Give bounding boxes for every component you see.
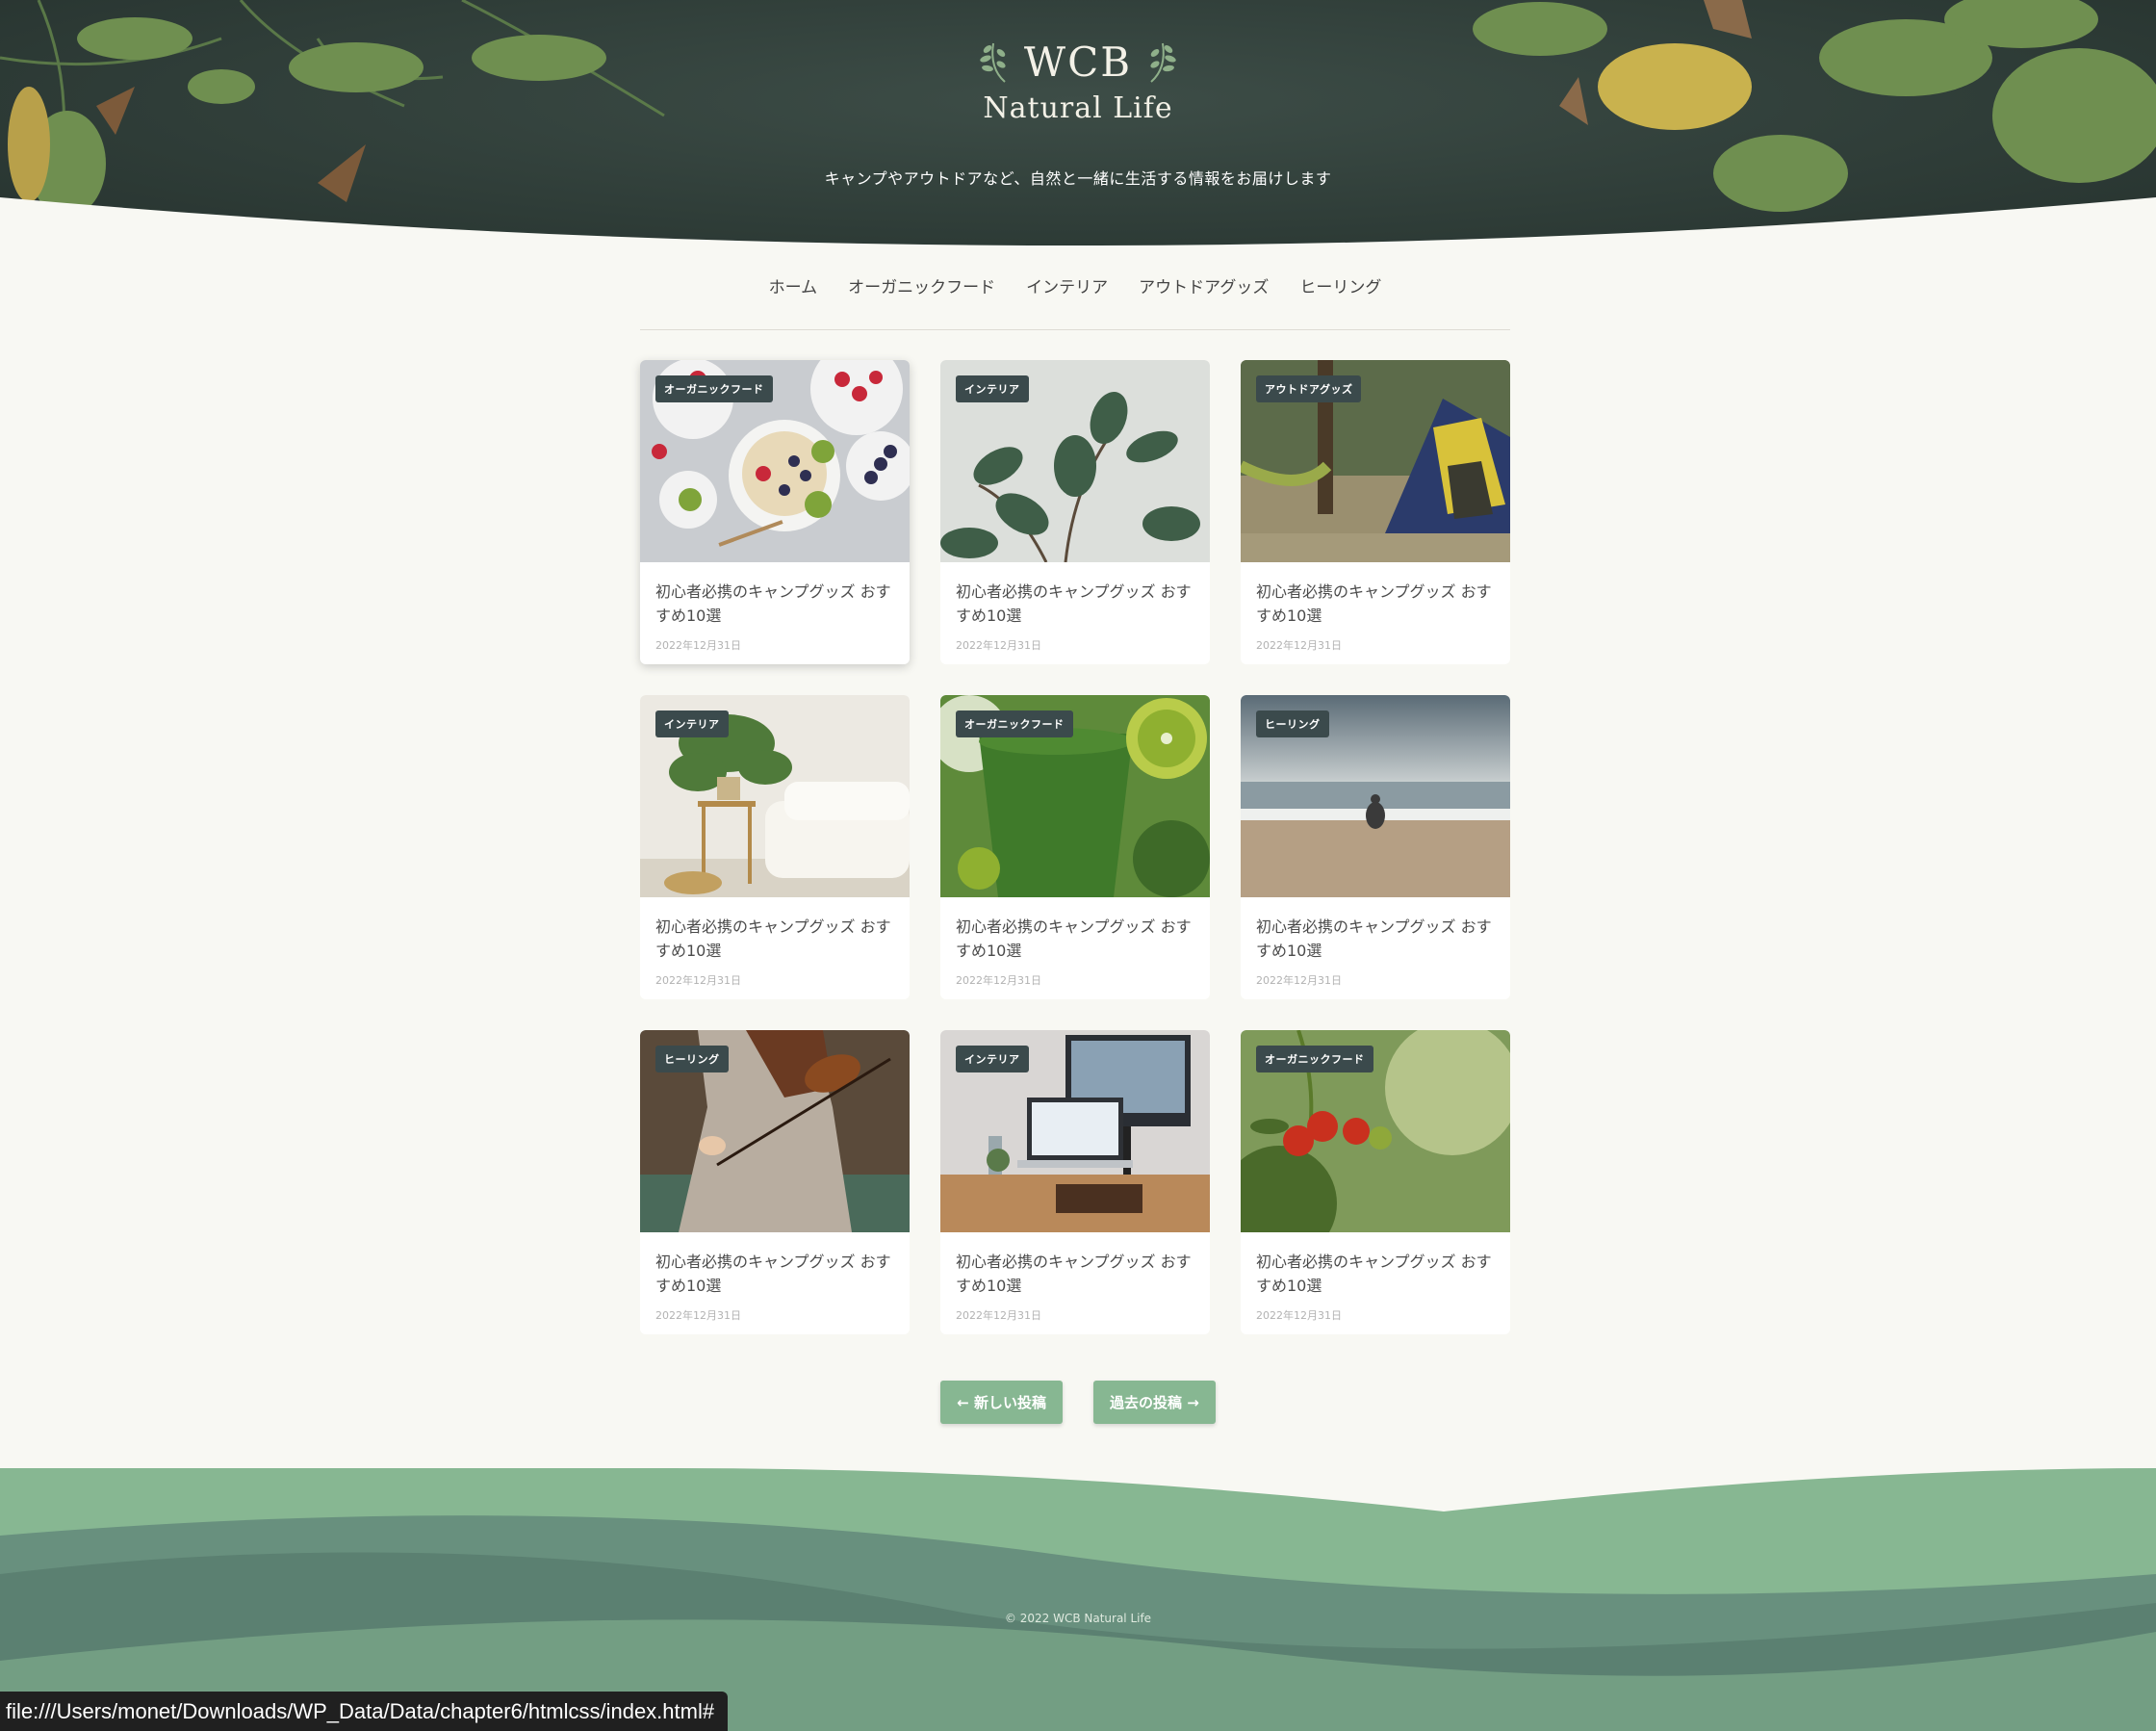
category-badge[interactable]: ヒーリング [1256,710,1329,737]
category-badge[interactable]: インテリア [956,1046,1029,1072]
logo-title: WCB [1023,39,1133,86]
post-title[interactable]: 初心者必携のキャンプグッズ おすすめ10選 [655,1250,894,1298]
post-card[interactable]: オーガニックフード 初心者必携のキャンプグッズ おすすめ10選 2022年12月… [640,360,910,664]
post-date: 2022年12月31日 [655,639,741,652]
post-date: 2022年12月31日 [655,1309,741,1322]
post-title[interactable]: 初心者必携のキャンプグッズ おすすめ10選 [655,915,894,963]
desk-computer-photo[interactable]: インテリア [940,1030,1210,1232]
post-card[interactable]: インテリア 初心者必携のキャンプグッズ おすすめ10選 2022年12月31日 [640,695,910,999]
living-room-photo[interactable]: インテリア [640,695,910,897]
tent-hammock-photo[interactable]: アウトドアグッズ [1241,360,1510,562]
post-title[interactable]: 初心者必携のキャンプグッズ おすすめ10選 [1256,580,1495,628]
post-title[interactable]: 初心者必携のキャンプグッズ おすすめ10選 [655,580,894,628]
houseplant-photo[interactable]: インテリア [940,360,1210,562]
post-card[interactable]: インテリア 初心者必携のキャンプグッズ おすすめ10選 2022年12月31日 [940,1030,1210,1334]
category-badge[interactable]: オーガニックフード [1256,1046,1373,1072]
category-badge[interactable]: オーガニックフード [956,710,1073,737]
newer-posts-button[interactable]: ← 新しい投稿 [940,1381,1063,1424]
post-date: 2022年12月31日 [1256,639,1342,652]
nav-item-home[interactable]: ホーム [769,273,818,329]
site-tagline: キャンプやアウトドアなど、自然と一緒に生活する情報をお届けします [824,169,1332,188]
header-wave-divider [0,197,2156,250]
category-badge[interactable]: アウトドアグッズ [1256,375,1362,402]
nav-item-organic-food[interactable]: オーガニックフード [848,273,995,329]
fruit-bowls-photo[interactable]: オーガニックフード [640,360,910,562]
nav-item-outdoor-goods[interactable]: アウトドアグッズ [1139,273,1269,329]
browser-status-url: file:///Users/monet/Downloads/WP_Data/Da… [0,1692,729,1731]
post-title[interactable]: 初心者必携のキャンプグッズ おすすめ10選 [1256,1250,1495,1298]
category-badge[interactable]: ヒーリング [655,1046,729,1072]
beach-meditation-photo[interactable]: ヒーリング [1241,695,1510,897]
post-date: 2022年12月31日 [956,974,1041,987]
post-title[interactable]: 初心者必携のキャンプグッズ おすすめ10選 [1256,915,1495,963]
post-date: 2022年12月31日 [956,639,1041,652]
site-header: WCB Natural Life キャンプやアウトドアなど、自然と一緒に生活する… [0,0,2156,250]
laurel-right-icon [1150,42,1176,83]
post-title[interactable]: 初心者必携のキャンプグッズ おすすめ10選 [956,915,1194,963]
post-card[interactable]: アウトドアグッズ 初心者必携のキャンプグッズ おすすめ10選 2022年12月3… [1241,360,1510,664]
violin-player-photo[interactable]: ヒーリング [640,1030,910,1232]
tomato-plant-photo[interactable]: オーガニックフード [1241,1030,1510,1232]
category-badge[interactable]: インテリア [655,710,729,737]
post-card[interactable]: ヒーリング 初心者必携のキャンプグッズ おすすめ10選 2022年12月31日 [1241,695,1510,999]
category-badge[interactable]: インテリア [956,375,1029,402]
post-date: 2022年12月31日 [1256,1309,1342,1322]
post-grid: オーガニックフード 初心者必携のキャンプグッズ おすすめ10選 2022年12月… [640,360,1510,1334]
post-title[interactable]: 初心者必携のキャンプグッズ おすすめ10選 [956,580,1194,628]
site-logo[interactable]: WCB Natural Life [0,39,2156,125]
older-posts-button[interactable]: 過去の投稿 → [1093,1381,1216,1424]
green-smoothie-photo[interactable]: オーガニックフード [940,695,1210,897]
category-badge[interactable]: オーガニックフード [655,375,773,402]
post-card[interactable]: オーガニックフード 初心者必携のキャンプグッズ おすすめ10選 2022年12月… [940,695,1210,999]
main-nav: ホーム オーガニックフード インテリア アウトドアグッズ ヒーリング [640,273,1510,330]
copyright-text: © 2022 WCB Natural Life [1004,1612,1152,1625]
nav-item-healing[interactable]: ヒーリング [1299,273,1381,329]
post-card[interactable]: ヒーリング 初心者必携のキャンプグッズ おすすめ10選 2022年12月31日 [640,1030,910,1334]
post-date: 2022年12月31日 [1256,974,1342,987]
laurel-left-icon [980,42,1006,83]
post-title[interactable]: 初心者必携のキャンプグッズ おすすめ10選 [956,1250,1194,1298]
nav-item-interior[interactable]: インテリア [1026,273,1108,329]
post-card[interactable]: オーガニックフード 初心者必携のキャンプグッズ おすすめ10選 2022年12月… [1241,1030,1510,1334]
logo-subtitle: Natural Life [983,90,1173,125]
pagination: ← 新しい投稿 過去の投稿 → [0,1381,2156,1424]
post-date: 2022年12月31日 [956,1309,1041,1322]
post-card[interactable]: インテリア 初心者必携のキャンプグッズ おすすめ10選 2022年12月31日 [940,360,1210,664]
post-date: 2022年12月31日 [655,974,741,987]
